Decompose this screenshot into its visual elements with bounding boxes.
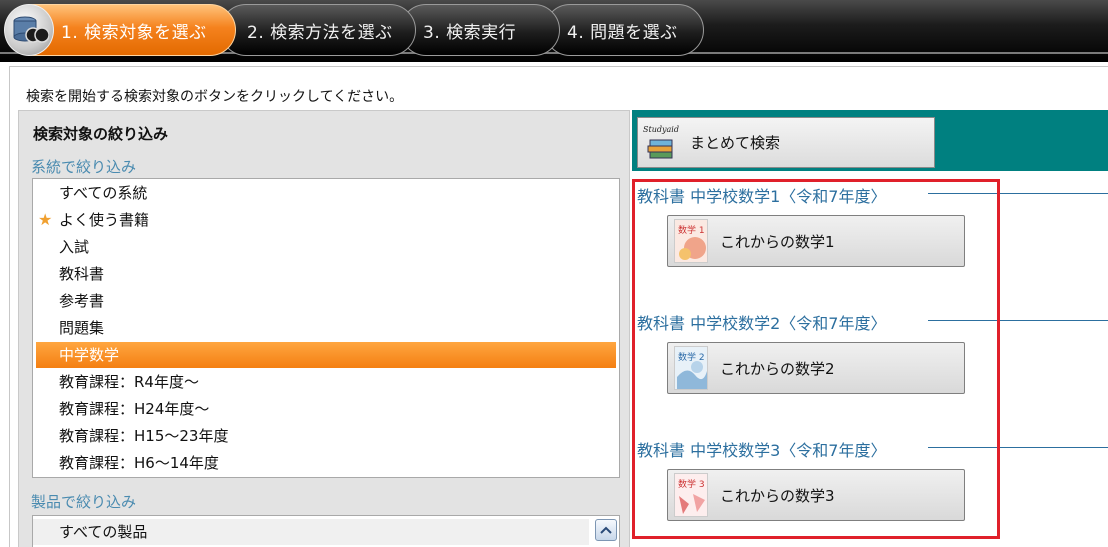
content-area: 検索を開始する検索対象のボタンをクリックしてください。 検索対象の絞り込み 系統…	[9, 66, 1108, 547]
bulk-search-button[interactable]: Studyaid D.B. まとめて検索	[637, 117, 935, 168]
group-divider	[928, 193, 1108, 194]
group-divider	[928, 320, 1108, 321]
system-item-reference-book[interactable]: 参考書	[33, 288, 619, 314]
list-item-label: 教科書	[59, 265, 105, 283]
group-divider	[928, 447, 1108, 448]
studyaid-logo-icon: Studyaid D.B.	[642, 122, 699, 164]
step-3-run-search[interactable]: 3. 検索実行	[400, 4, 560, 56]
group-heading-math2: 教科書 中学校数学2〈令和7年度〉	[637, 314, 887, 333]
book-label: これからの数学3	[720, 486, 835, 505]
system-item-curriculum-h15[interactable]: 教育課程：H15～23年度	[33, 423, 619, 449]
cover-title: 数学 2	[678, 351, 705, 363]
database-search-icon	[4, 4, 54, 56]
book-cover-icon: 数学 2	[674, 346, 708, 390]
book-button-math1[interactable]: 数学 1 これからの数学1	[667, 215, 965, 267]
system-item-curriculum-h6[interactable]: 教育課程：H6～14年度	[33, 450, 619, 476]
bulk-search-label: まとめて検索	[690, 134, 781, 152]
system-item-favorites[interactable]: ★ よく使う書籍	[33, 207, 619, 233]
step-label: 3. 検索実行	[423, 22, 517, 43]
book-button-math3[interactable]: 数学 3 これからの数学3	[667, 469, 965, 521]
book-label: これからの数学2	[720, 359, 835, 378]
step-label: 4. 問題を選ぶ	[567, 22, 678, 43]
book-button-math2[interactable]: 数学 2 これからの数学2	[667, 342, 965, 394]
system-item-textbook[interactable]: 教科書	[33, 261, 619, 287]
system-item-curriculum-h24[interactable]: 教育課程：H24年度～	[33, 396, 619, 422]
system-item-workbook[interactable]: 問題集	[33, 315, 619, 341]
list-item-label: すべての製品	[59, 523, 148, 541]
step-4-select-problem[interactable]: 4. 問題を選ぶ	[544, 4, 704, 56]
system-item-curriculum-r4[interactable]: 教育課程：R4年度～	[33, 369, 619, 395]
filter-heading: 検索対象の絞り込み	[33, 125, 169, 143]
chevron-up-icon	[600, 526, 612, 534]
logo-text: Studyaid D.B.	[643, 125, 680, 134]
cover-title: 数学 1	[678, 224, 705, 236]
star-icon: ★	[38, 210, 53, 229]
system-item-all[interactable]: すべての系統	[33, 180, 619, 206]
list-item-label: 入試	[59, 238, 90, 256]
list-item-label: 教育課程：R4年度～	[59, 373, 199, 391]
list-item-label: 教育課程：H24年度～	[59, 400, 210, 418]
step-label: 1. 検索対象を選ぶ	[61, 22, 207, 43]
group-heading-math1: 教科書 中学校数学1〈令和7年度〉	[637, 187, 887, 206]
list-item-label: 中学数学	[59, 346, 120, 364]
system-list: すべての系統 ★ よく使う書籍 入試 教科書 参考書 問題集 中学数学 教育課程：…	[32, 178, 620, 478]
system-filter-label: 系統で絞り込み	[31, 158, 137, 176]
list-item-label: 参考書	[59, 292, 105, 310]
system-item-junior-high-math[interactable]: 中学数学	[36, 342, 616, 368]
list-item-label: すべての系統	[59, 184, 148, 202]
system-item-entrance-exam[interactable]: 入試	[33, 234, 619, 260]
bulk-search-band: Studyaid D.B. まとめて検索	[632, 110, 1108, 171]
instruction-text: 検索を開始する検索対象のボタンをクリックしてください。	[26, 89, 404, 105]
results-panel: Studyaid D.B. まとめて検索 教科書 中学校数学1〈令和7年度〉 数…	[632, 110, 1108, 547]
book-cover-icon: 数学 3	[674, 473, 708, 517]
book-cover-icon: 数学 1	[674, 219, 708, 263]
group-heading-math3: 教科書 中学校数学3〈令和7年度〉	[637, 441, 887, 460]
product-list: すべての製品	[32, 515, 620, 547]
step-2-select-method[interactable]: 2. 検索方法を選ぶ	[220, 4, 416, 56]
list-item-label: 教育課程：H6～14年度	[59, 454, 219, 472]
list-item-label: よく使う書籍	[59, 211, 150, 229]
step-label: 2. 検索方法を選ぶ	[247, 22, 393, 43]
filter-panel: 検索対象の絞り込み 系統で絞り込み すべての系統 ★ よく使う書籍 入試 教科書 …	[18, 110, 630, 547]
list-item-label: 問題集	[59, 319, 105, 337]
book-label: これからの数学1	[720, 232, 835, 251]
cover-title: 数学 3	[678, 478, 705, 490]
product-filter-label: 製品で絞り込み	[31, 493, 137, 511]
scroll-up-button[interactable]	[595, 519, 617, 541]
product-item-all[interactable]: すべての製品	[33, 519, 589, 545]
step-bar: 1. 検索対象を選ぶ 2. 検索方法を選ぶ 3. 検索実行 4. 問題を選ぶ	[0, 0, 1108, 62]
list-item-label: 教育課程：H15～23年度	[59, 427, 229, 445]
